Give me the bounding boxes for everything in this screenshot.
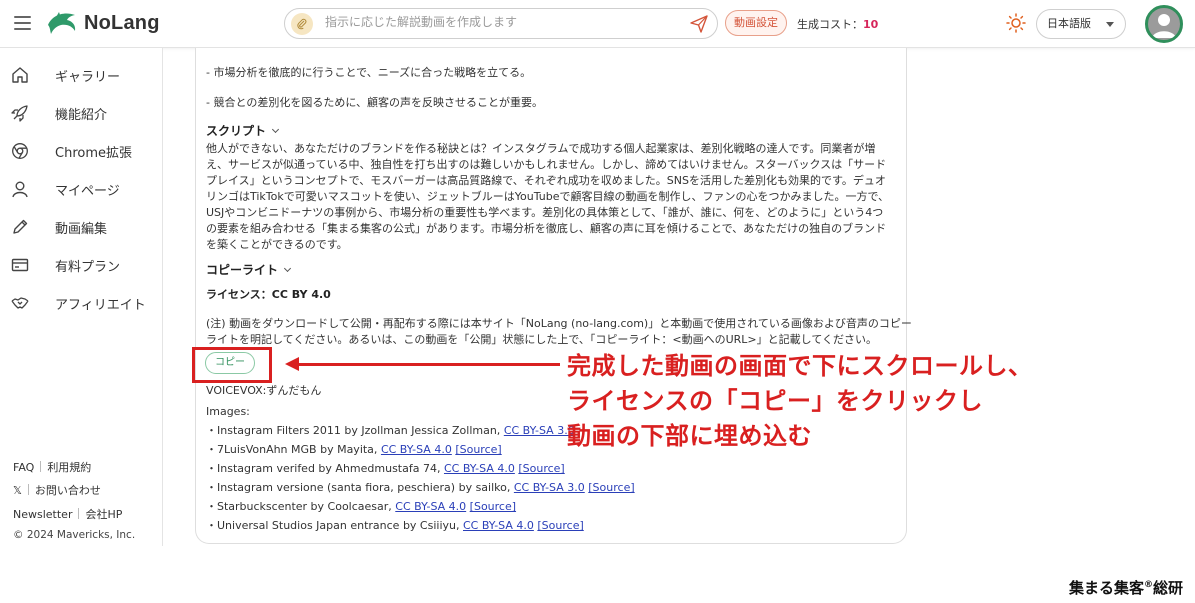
menu-icon[interactable]	[14, 16, 31, 30]
video-settings-button[interactable]: 動画設定	[725, 10, 787, 36]
footer-links-row-3: Newsletter 会社HP	[13, 506, 122, 522]
image-credit: ・7LuisVonAhn MGB by Mayita, CC BY-SA 4.0…	[206, 443, 502, 456]
script-text: 他人ができない、あなただけのブランドを作る秘訣とは？インスタグラムで成功する個人…	[206, 142, 890, 251]
user-avatar-icon	[1152, 14, 1176, 38]
sidebar-item-features[interactable]: 機能紹介	[0, 99, 163, 127]
summary-bullet: - 市場分析を徹底的に行うことで、ニーズに合った戦略を立てる。	[206, 66, 532, 79]
license-link[interactable]: CC BY-SA 3.0	[504, 424, 575, 437]
prompt-bar[interactable]	[284, 8, 718, 39]
brand-credit: 集まる集客®総研	[1068, 579, 1183, 597]
card-icon	[11, 258, 29, 272]
app-logo[interactable]: NoLang	[46, 9, 160, 37]
annotation-line: 完成した動画の画面で下にスクロールし、	[567, 352, 1033, 380]
rocket-icon	[11, 105, 28, 122]
sidebar-item-paid-plan[interactable]: 有料プラン	[0, 251, 163, 279]
generation-cost: 生成コスト：10	[797, 18, 879, 31]
source-link[interactable]: [Source]	[470, 500, 516, 513]
annotation-line: 動画の下部に埋め込む	[567, 422, 812, 450]
sidebar-item-video-edit[interactable]: 動画編集	[0, 213, 163, 241]
attach-icon[interactable]	[291, 13, 313, 35]
send-icon[interactable]	[689, 14, 709, 34]
dolphin-logo-icon	[48, 12, 76, 34]
arrow-line	[298, 363, 560, 366]
faq-link[interactable]: FAQ	[13, 461, 34, 474]
image-credit: ・Instagram Filters 2011 by Jzollman Jess…	[206, 424, 575, 437]
license-link[interactable]: CC BY-SA 4.0	[395, 500, 466, 513]
newsletter-link[interactable]: Newsletter	[13, 508, 72, 521]
app-name: NoLang	[84, 11, 160, 34]
chevron-down-icon	[283, 264, 292, 273]
notice-line: (注) 動画をダウンロードして公開・再配布する際には本サイト「NoLang (n…	[206, 317, 912, 330]
contact-link[interactable]: お問い合わせ	[35, 484, 101, 497]
image-credit: ・Starbuckscenter by Coolcaesar, CC BY-SA…	[206, 500, 517, 513]
x-icon[interactable]: 𝕏	[13, 484, 22, 497]
sidebar-item-affiliate[interactable]: アフィリエイト	[0, 289, 163, 317]
source-link[interactable]: [Source]	[518, 462, 564, 475]
image-credit: ・Instagram versione (santa fiora, peschi…	[206, 481, 635, 494]
license-label: ライセンス：CC BY 4.0	[206, 288, 331, 301]
prompt-input[interactable]	[325, 15, 675, 29]
license-link[interactable]: CC BY-SA 4.0	[463, 519, 534, 532]
avatar[interactable]	[1145, 5, 1183, 43]
license-link[interactable]: CC BY-SA 3.0	[514, 481, 585, 494]
sidebar-item-mypage[interactable]: マイページ	[0, 175, 163, 203]
home-icon	[12, 67, 28, 83]
license-link[interactable]: CC BY-SA 4.0	[381, 443, 452, 456]
footer-links-row-2: 𝕏 お問い合わせ	[13, 482, 101, 498]
top-header: NoLang 動画設定 生成コスト：10 日本語版	[0, 0, 1195, 48]
copyright: © 2024 Mavericks, Inc.	[13, 529, 136, 541]
pencil-icon	[13, 219, 28, 234]
source-link[interactable]: [Source]	[455, 443, 501, 456]
sidebar-item-chrome-extension[interactable]: Chrome拡張	[0, 137, 163, 165]
images-label: Images:	[206, 405, 250, 418]
cost-value: 10	[863, 18, 879, 31]
image-credit: ・Universal Studios Japan entrance by Csi…	[206, 519, 584, 532]
annotation-line: ライセンスの「コピー」をクリックし	[567, 387, 984, 415]
summary-bullet: - 競合との差別化を図るために、顧客の声を反映させることが重要。	[206, 96, 544, 109]
source-link[interactable]: [Source]	[537, 519, 583, 532]
voice-credit: VOICEVOX:ずんだもん	[206, 384, 322, 397]
handshake-icon	[11, 297, 29, 309]
copyright-section-toggle[interactable]: コピーライト	[206, 261, 292, 278]
footer-links-row-1: FAQ 利用規約	[13, 459, 91, 475]
image-credit: ・Instagram verifed by Ahmedmustafa 74, C…	[206, 462, 565, 475]
caret-down-icon	[1106, 22, 1114, 27]
script-section-toggle[interactable]: スクリプト	[206, 122, 280, 139]
chevron-down-icon	[271, 125, 280, 134]
language-value: 日本語版	[1047, 17, 1091, 30]
license-link[interactable]: CC BY-SA 4.0	[444, 462, 515, 475]
sidebar: ギャラリー 機能紹介 Chrome拡張 マイページ 動画編集 有料プラン アフィ…	[0, 48, 163, 546]
arrow-left-icon	[285, 357, 299, 371]
sun-icon[interactable]	[1006, 13, 1026, 33]
highlight-box	[192, 347, 272, 383]
language-select[interactable]: 日本語版	[1036, 9, 1126, 39]
chrome-icon	[12, 143, 28, 159]
user-icon	[12, 181, 28, 198]
terms-link[interactable]: 利用規約	[47, 461, 91, 474]
company-link[interactable]: 会社HP	[85, 508, 122, 521]
video-detail-card: - 市場分析を徹底的に行うことで、ニーズに合った戦略を立てる。 - 競合との差別…	[195, 48, 912, 544]
source-link[interactable]: [Source]	[588, 481, 634, 494]
sidebar-item-gallery[interactable]: ギャラリー	[0, 61, 163, 89]
